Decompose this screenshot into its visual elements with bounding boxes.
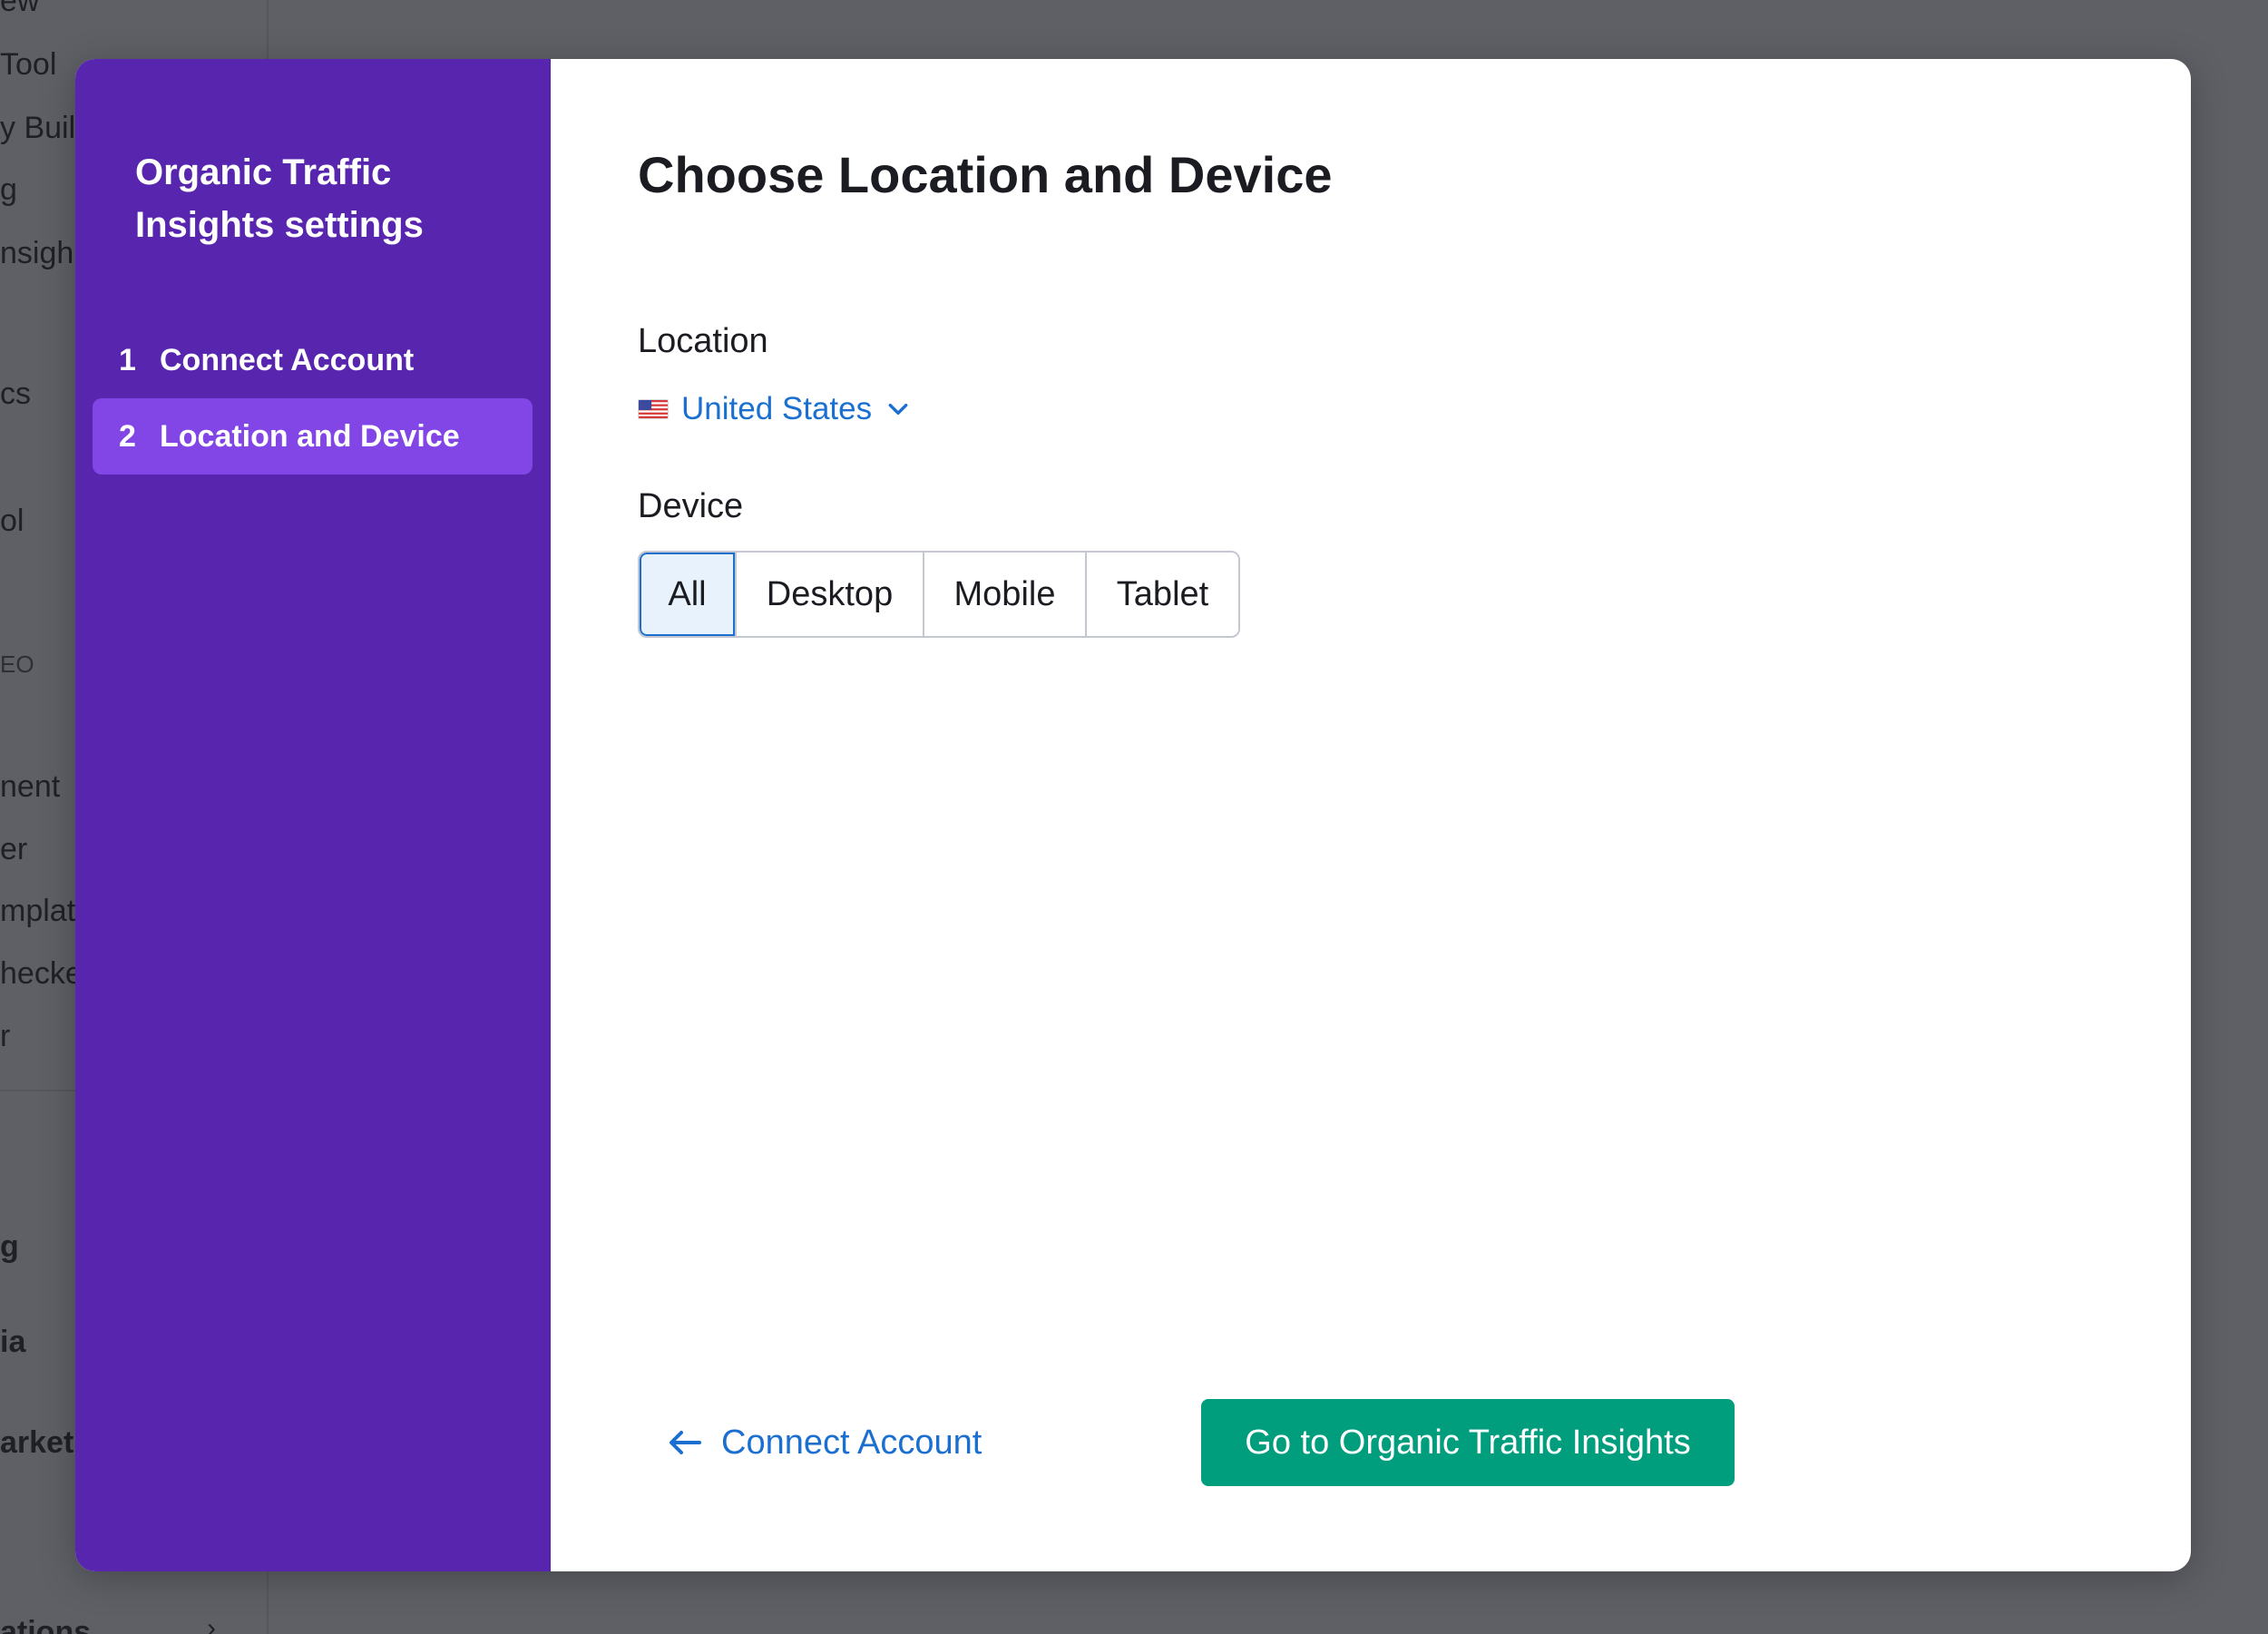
location-label: Location	[638, 322, 768, 360]
bg-chevron-right-icon: ›	[207, 1613, 216, 1634]
step-number: 1	[119, 342, 136, 377]
steps-panel-title: Organic Traffic Insights settings	[135, 152, 424, 245]
step-label: Location and Device	[160, 418, 460, 454]
go-to-organic-traffic-insights-button[interactable]: Go to Organic Traffic Insights	[1201, 1399, 1735, 1486]
step-label: Connect Account	[160, 342, 415, 377]
page-title: Choose Location and Device	[638, 146, 1333, 203]
step-number: 2	[119, 418, 136, 454]
modal-content: Choose Location and Device Location Unit…	[551, 59, 2191, 1571]
steps-panel: Organic Traffic Insights settings 1 Conn…	[75, 59, 551, 1571]
location-dropdown[interactable]: United States	[638, 386, 910, 433]
device-option-desktop[interactable]: Desktop	[735, 553, 923, 636]
arrow-left-icon	[670, 1431, 701, 1454]
us-flag-icon	[638, 399, 669, 419]
back-to-connect-account-link[interactable]: Connect Account	[667, 1399, 982, 1486]
location-selected-value: United States	[681, 391, 873, 426]
step-location-and-device[interactable]: 2 Location and Device	[93, 398, 533, 475]
device-option-all[interactable]: All	[640, 553, 735, 636]
chevron-down-icon	[888, 403, 908, 416]
bg-nav-item: ations	[0, 1615, 92, 1634]
back-link-label: Connect Account	[721, 1423, 982, 1462]
device-option-mobile[interactable]: Mobile	[923, 553, 1085, 636]
step-connect-account[interactable]: 1 Connect Account	[93, 322, 533, 398]
device-label: Device	[638, 487, 744, 525]
device-option-tablet[interactable]: Tablet	[1085, 553, 1238, 636]
settings-modal: Organic Traffic Insights settings 1 Conn…	[75, 59, 2191, 1571]
device-segmented-control: All Desktop Mobile Tablet	[638, 551, 1240, 638]
bg-nav-item: ew	[0, 0, 40, 18]
